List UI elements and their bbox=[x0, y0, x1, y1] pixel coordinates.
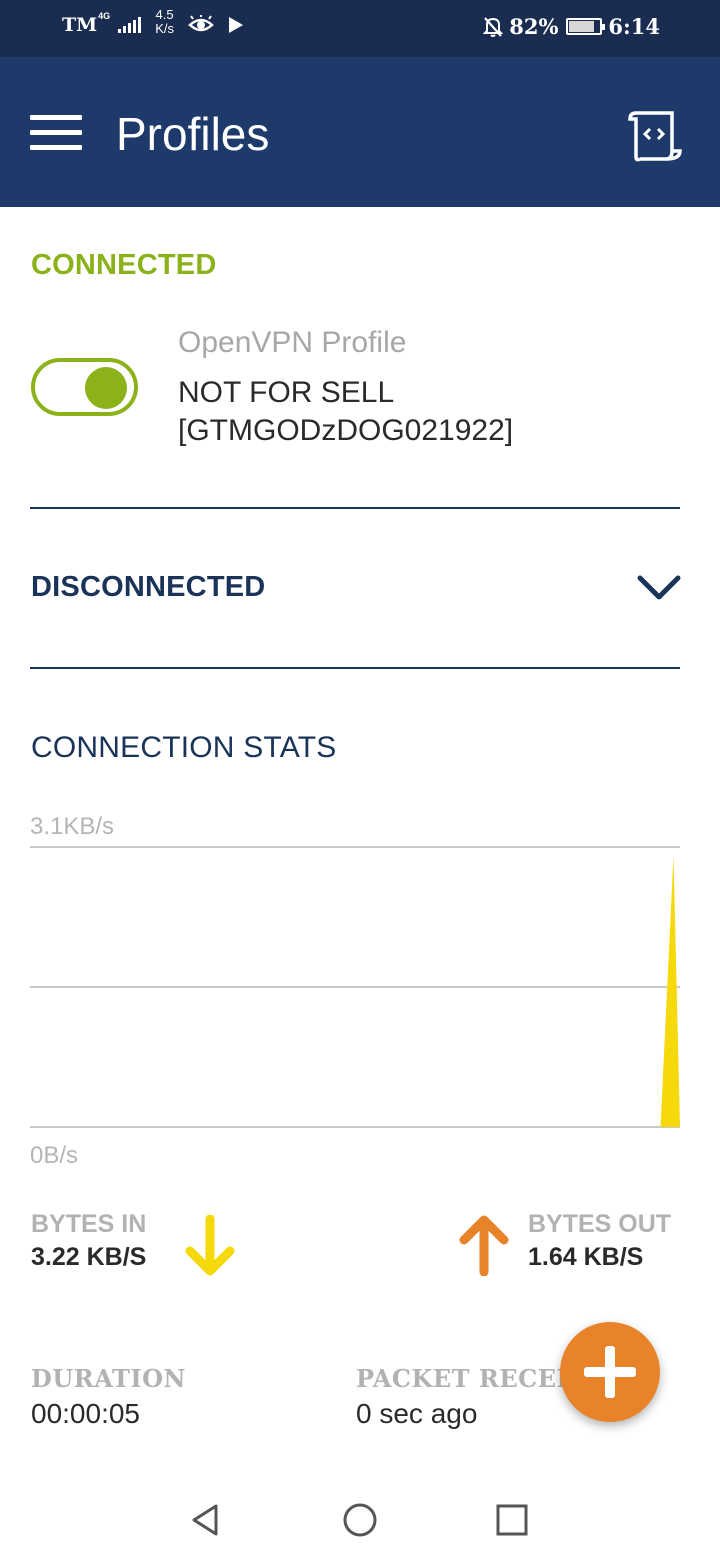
battery-percent: 82% bbox=[509, 14, 559, 39]
battery-fill bbox=[569, 21, 595, 32]
hamburger-menu-icon[interactable] bbox=[30, 115, 82, 151]
battery-icon bbox=[566, 18, 606, 35]
bell-off-icon bbox=[483, 16, 504, 37]
divider bbox=[30, 667, 680, 669]
bytes-in-label: BYTES IN bbox=[31, 1210, 147, 1238]
bytes-in-value: 3.22 KB/S bbox=[31, 1243, 147, 1271]
disconnected-header[interactable]: DISCONNECTED bbox=[31, 571, 265, 604]
play-icon bbox=[228, 17, 243, 33]
profile-type[interactable]: OpenVPN Profile bbox=[178, 326, 406, 360]
bytes-out-label: BYTES OUT bbox=[528, 1210, 672, 1238]
connected-header: CONNECTED bbox=[31, 249, 217, 281]
connection-toggle[interactable] bbox=[31, 358, 138, 416]
net-speed: 4.5 K/s bbox=[155, 8, 174, 36]
status-right: 82% 6:14 bbox=[483, 14, 660, 39]
status-left: TM 4G 4.5 K/s bbox=[62, 8, 244, 37]
arrow-up-icon bbox=[459, 1215, 509, 1276]
arrow-down-icon bbox=[185, 1215, 235, 1276]
duration-label: DURATION bbox=[31, 1364, 186, 1393]
back-icon[interactable] bbox=[186, 1500, 226, 1540]
net-speed-unit: K/s bbox=[155, 21, 174, 36]
packet-received-label: PACKET RECEIVED bbox=[356, 1364, 576, 1393]
packet-received-value: 0 sec ago bbox=[356, 1398, 478, 1429]
page-title: Profiles bbox=[116, 108, 270, 160]
chevron-down-icon[interactable] bbox=[632, 568, 686, 608]
connection-stats-title: CONNECTION STATS bbox=[31, 731, 337, 764]
clock: 6:14 bbox=[608, 14, 660, 39]
add-profile-button[interactable] bbox=[560, 1322, 660, 1422]
recents-icon[interactable] bbox=[492, 1500, 532, 1540]
divider bbox=[30, 507, 680, 509]
status-bar: TM 4G 4.5 K/s 82% 6:14 bbox=[0, 0, 720, 57]
toggle-knob bbox=[85, 367, 127, 409]
profile-name[interactable]: NOT FOR SELL [GTMGODzDOG021922] bbox=[178, 374, 638, 450]
app-bar: Profiles bbox=[0, 57, 720, 207]
bytes-out-value: 1.64 KB/S bbox=[528, 1243, 644, 1271]
chart-series-area-0 bbox=[30, 856, 680, 1127]
import-file-icon[interactable] bbox=[626, 107, 686, 167]
home-icon[interactable] bbox=[340, 1500, 380, 1540]
eye-icon bbox=[188, 15, 214, 32]
net-speed-value: 4.5 bbox=[155, 7, 174, 22]
signal-icon bbox=[118, 17, 142, 33]
duration-value: 00:00:05 bbox=[31, 1398, 140, 1429]
network-type: 4G bbox=[98, 11, 111, 21]
system-nav-bar bbox=[0, 1480, 720, 1560]
chart-plot bbox=[30, 856, 680, 1127]
chart-y-min-label: 0B/s bbox=[30, 1142, 79, 1169]
connection-chart: 3.1KB/s 0B/s bbox=[30, 808, 682, 1178]
carrier: TM 4G bbox=[62, 11, 111, 37]
